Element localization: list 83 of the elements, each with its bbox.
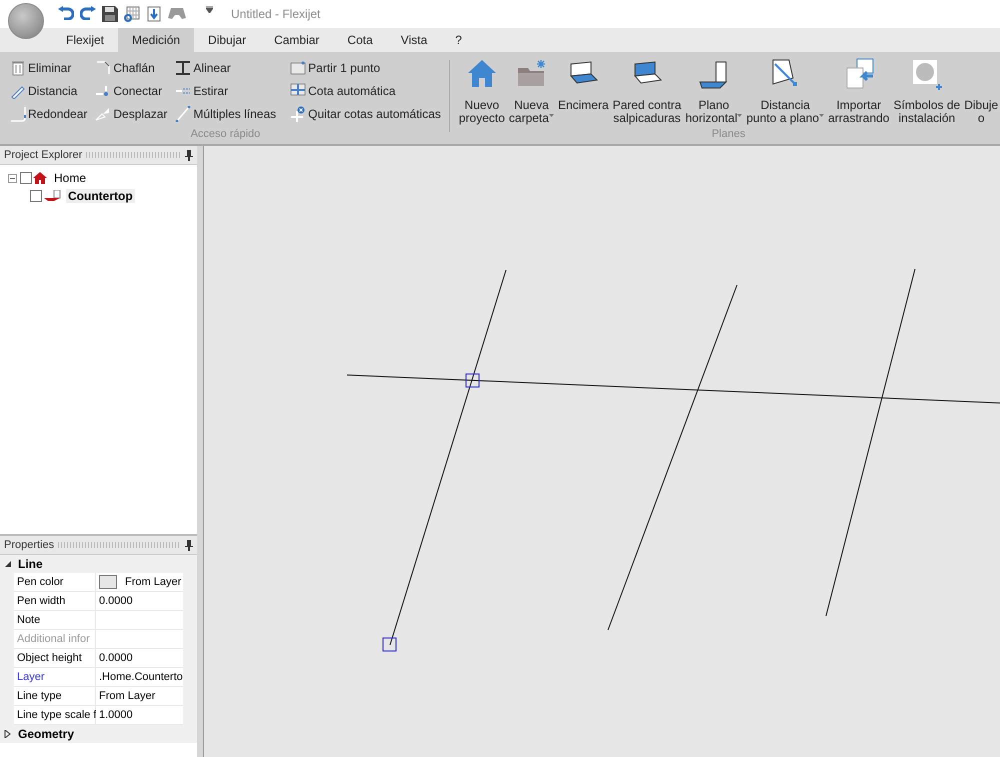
download-icon[interactable] — [146, 6, 162, 22]
ribbon-button[interactable]: Redondear — [8, 102, 90, 125]
house-icon — [466, 58, 498, 90]
tree-item[interactable]: Countertop — [66, 189, 135, 203]
window-title: Untitled - Flexijet — [231, 7, 320, 21]
ribbon-button[interactable]: Símbolos de instalación — [892, 56, 962, 128]
caret-icon — [819, 114, 824, 117]
corner-icon — [10, 106, 26, 122]
property-value[interactable]: 0.0000 — [96, 649, 183, 668]
expand-icon[interactable] — [4, 730, 12, 738]
property-name: Line type — [14, 687, 96, 706]
ribbon-button[interactable]: Partir 1 punto — [288, 56, 443, 79]
group-label: Planes — [712, 128, 746, 142]
house-icon — [33, 172, 47, 184]
dropdown-icon[interactable] — [206, 6, 213, 13]
group-label: Acceso rápido — [190, 128, 260, 142]
ribbon-button[interactable]: Estirar — [173, 79, 278, 102]
property-value[interactable]: From Layer — [96, 687, 183, 706]
line-icon — [175, 106, 192, 122]
ribbon-button[interactable]: Plano horizontal — [684, 56, 744, 128]
ribbon-button[interactable]: Cota automática — [288, 79, 443, 102]
align-icon — [175, 60, 192, 76]
property-value[interactable]: 0.0000 — [96, 592, 183, 611]
property-name: Pen width — [14, 592, 96, 611]
app-logo-icon[interactable] — [8, 3, 44, 39]
ribbon-tab[interactable]: Cambiar — [260, 28, 334, 52]
ribbon-button[interactable]: Distancia — [8, 79, 90, 102]
checkbox[interactable] — [20, 172, 32, 184]
ribbon-tab[interactable]: Cota — [333, 28, 387, 52]
ribbon-button[interactable]: Pared contra salpicaduras — [612, 56, 682, 128]
ribbon-button[interactable]: Conectar — [93, 79, 170, 102]
collapse-icon[interactable] — [4, 560, 12, 568]
ribbon-button[interactable]: Desplazar — [93, 102, 170, 125]
save-icon[interactable] — [102, 6, 118, 22]
countertop-icon — [43, 190, 61, 202]
property-name: Additional infor — [14, 630, 96, 649]
trash-icon — [10, 60, 26, 76]
drawing-line[interactable] — [346, 374, 1000, 404]
undo-icon[interactable] — [58, 6, 74, 20]
ribbon-tab[interactable]: ? — [441, 28, 476, 52]
grid-icon[interactable] — [124, 6, 140, 22]
ribbon-button[interactable]: Nueva carpeta — [508, 56, 555, 128]
ribbon-button[interactable]: Importar arrastrando — [827, 56, 890, 128]
ribbon-button[interactable]: Nuevo proyecto — [458, 56, 506, 128]
property-name: Note — [14, 611, 96, 630]
ribbon-tab[interactable]: Vista — [386, 28, 442, 52]
pin-icon[interactable] — [185, 540, 193, 550]
ribbon-button[interactable]: Múltiples líneas — [173, 102, 278, 125]
ribbon-tab[interactable]: Flexijet — [52, 28, 118, 52]
pin-icon[interactable] — [185, 150, 193, 160]
panel-title: Project Explorer — [4, 149, 82, 161]
grip-handle[interactable] — [466, 374, 480, 388]
ribbon-button[interactable]: Alinear — [173, 56, 278, 79]
symbol-icon — [910, 58, 943, 90]
grid-icon — [290, 82, 306, 98]
ribbon-button[interactable]: Chaflán — [93, 56, 170, 79]
ribbon-tab[interactable]: Medición — [118, 28, 194, 52]
collapse-icon[interactable] — [8, 174, 17, 182]
color-swatch[interactable] — [99, 575, 117, 590]
property-value[interactable]: From Layer — [96, 573, 183, 592]
property-name: Pen color — [14, 573, 96, 592]
panel-title: Properties — [4, 539, 54, 551]
ribbon-button[interactable]: Distancia punto a plano — [745, 56, 826, 128]
redo-icon[interactable] — [80, 6, 96, 20]
ribbon-button[interactable]: Quitar cotas automáticas — [288, 102, 443, 125]
chamfer-icon — [95, 60, 112, 76]
property-value[interactable]: .Home.Counterto — [96, 668, 183, 687]
property-name: Object height — [14, 649, 96, 668]
caret-icon — [737, 114, 742, 117]
ribbon-button[interactable]: Eliminar — [8, 56, 90, 79]
category-label[interactable]: Line — [18, 557, 43, 571]
ribbon-button[interactable]: Dibuje o — [963, 56, 1000, 128]
grip-handle[interactable] — [382, 638, 396, 652]
cross-icon — [290, 106, 306, 122]
rectangle-icon — [290, 60, 306, 76]
caret-icon — [548, 114, 554, 117]
tree-item[interactable]: Home — [52, 171, 88, 185]
ribbon-button[interactable]: Encimera — [556, 56, 610, 128]
checkbox[interactable] — [30, 190, 42, 202]
move-icon — [95, 106, 112, 122]
property-value[interactable]: 1.0000 — [96, 706, 183, 725]
property-name: Layer — [14, 668, 96, 687]
ribbon-tab[interactable]: Dibujar — [194, 28, 260, 52]
